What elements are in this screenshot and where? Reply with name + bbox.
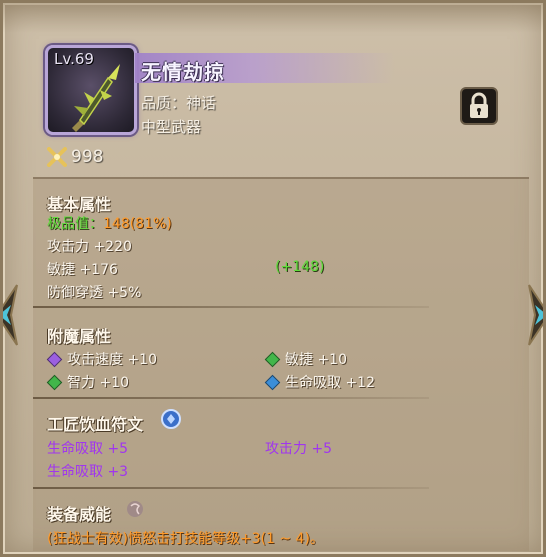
item-type: 中型武器: [141, 118, 202, 136]
attack-stat: 攻击力 +220: [47, 239, 132, 255]
enchant-item-label: 生命吸取 +12: [285, 375, 375, 391]
divider: [33, 397, 429, 399]
weapon-icon: [72, 64, 120, 132]
power-icon: [127, 501, 143, 517]
rune-title: 工匠饮血符文: [47, 415, 144, 434]
purple-gem-icon: [46, 351, 63, 368]
rune-stat: 生命吸取 +5: [47, 441, 129, 457]
item-icon-frame: Lv.69: [45, 45, 137, 135]
agility-stat: 敏捷 +176: [47, 262, 118, 278]
enchant-item: 敏捷 +10: [264, 349, 347, 369]
attributes-area: 基本属性 极品值：148(81%) 攻击力 +220 敏捷 +176 (+148…: [33, 177, 529, 551]
crossed-swords-icon: [47, 147, 67, 167]
enchant-item: 生命吸取 +12: [264, 372, 375, 392]
penetration-stat: 防御穿透 +5%: [47, 285, 142, 301]
rune-stat: 生命吸取 +3: [47, 464, 129, 480]
item-quality: 品质：神话: [141, 94, 217, 112]
equipment-power-desc: (狂战士有效)愤怒击打技能等级+3(1 ~ 4)。: [47, 531, 324, 547]
divider: [33, 487, 429, 489]
divider: [33, 306, 429, 308]
item-tooltip-panel: Lv.69 无情劫掠 品质：神话 中型武器 998 基本属性 极品值：148(8…: [0, 0, 546, 557]
enchant-item: 攻击速度 +10: [46, 349, 157, 369]
price-row: 998: [47, 147, 103, 167]
blue-gem-icon: [264, 374, 281, 391]
enchant-item-label: 智力 +10: [67, 375, 129, 391]
rune-stat: 攻击力 +5: [265, 441, 333, 457]
price-value: 998: [71, 147, 104, 167]
green-gem-icon: [46, 374, 63, 391]
basic-attributes-title: 基本属性: [47, 195, 112, 214]
enchant-item: 智力 +10: [46, 372, 129, 392]
lock-button[interactable]: [460, 87, 498, 125]
enchant-item-label: 攻击速度 +10: [67, 352, 157, 368]
equipment-power-title: 装备威能: [47, 505, 112, 524]
left-ornament-icon: [3, 284, 18, 346]
agility-bonus: (+148): [275, 259, 325, 275]
quality-score-value: 148(81%): [103, 216, 172, 232]
quality-score-label: 极品值：: [47, 216, 103, 232]
enchant-item-label: 敏捷 +10: [285, 352, 347, 368]
enchant-attributes-title: 附魔属性: [47, 327, 112, 346]
lock-icon: [470, 92, 488, 118]
item-name: 无情劫掠: [141, 60, 225, 84]
quality-score-line: 极品值：148(81%): [47, 213, 172, 233]
green-gem-icon: [264, 351, 281, 368]
rune-icon: [161, 409, 181, 429]
